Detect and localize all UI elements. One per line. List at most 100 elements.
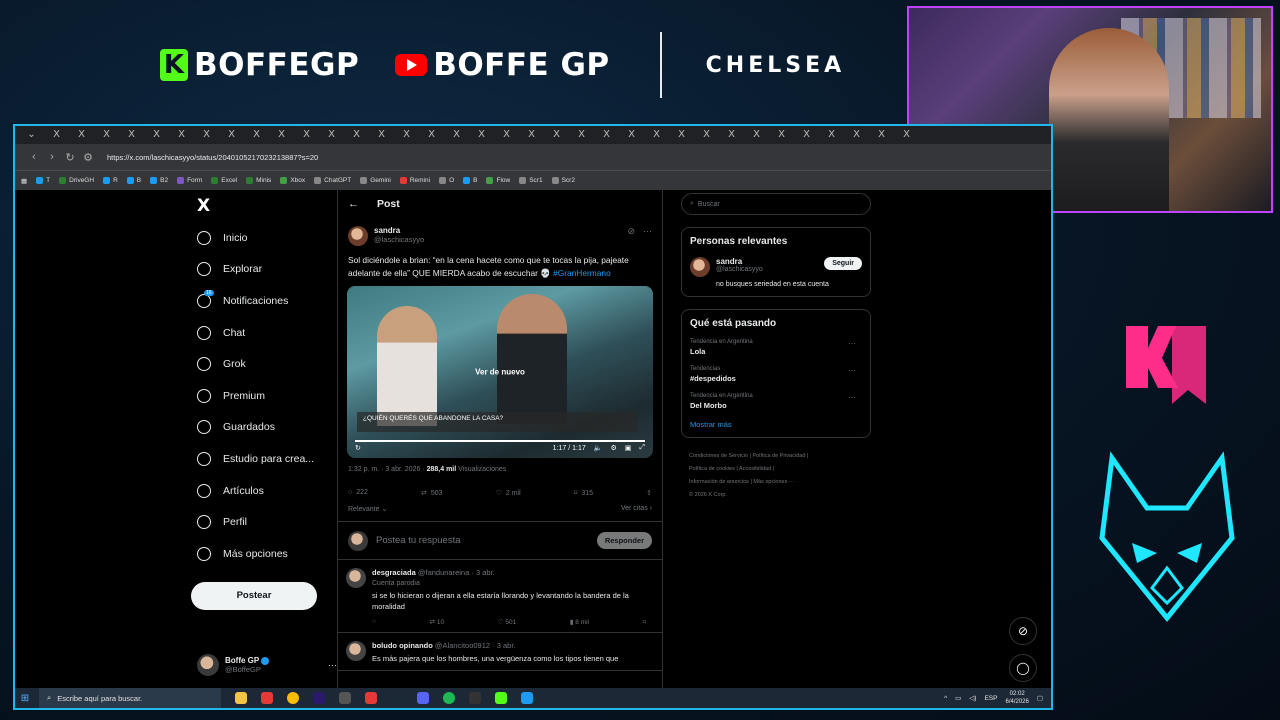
site-info-icon[interactable]: ⚙ <box>79 151 97 164</box>
discord-icon[interactable] <box>417 692 429 704</box>
reply-reply-icon[interactable]: ○ <box>372 618 376 626</box>
nav-item-9[interactable]: Perfil <box>191 506 331 538</box>
trend-more-icon[interactable]: ··· <box>848 366 856 375</box>
nav-item-10[interactable]: Más opciones <box>191 538 331 570</box>
reply-like[interactable]: ♡ 501 <box>498 618 517 626</box>
tab-x[interactable]: X <box>294 128 319 142</box>
tab-x[interactable]: X <box>569 128 594 142</box>
repost-action[interactable]: ⇄ 503 <box>421 489 443 497</box>
notifications-icon[interactable]: ▢ <box>1037 694 1043 702</box>
nav-item-1[interactable]: Explorar <box>191 254 331 286</box>
trend-item[interactable]: Tendencias #despedidos ··· <box>690 366 862 383</box>
tab-x[interactable]: X <box>94 128 119 142</box>
tab-x[interactable]: X <box>219 128 244 142</box>
bookmark-item[interactable]: B <box>126 177 141 184</box>
footer-link-row[interactable]: Información de anuncios | Más opciones ·… <box>689 476 871 489</box>
bookmark-item[interactable]: R <box>103 177 118 184</box>
trend-item[interactable]: Tendencia en Argentina Del Morbo ··· <box>690 393 862 410</box>
replay-icon[interactable]: ↻ <box>355 444 361 452</box>
tab-x[interactable]: X <box>319 128 344 142</box>
trend-item[interactable]: Tendencia en Argentina Lola ··· <box>690 339 862 356</box>
reply-views[interactable]: ▮ 8 mil <box>570 618 589 626</box>
reply-button[interactable]: Responder <box>596 532 652 549</box>
bookmark-item[interactable]: O <box>439 177 454 184</box>
nav-item-0[interactable]: Inicio <box>191 222 331 254</box>
tab-x[interactable]: X <box>269 128 294 142</box>
tab-x[interactable]: X <box>69 128 94 142</box>
volume-icon[interactable]: 🔈 <box>594 444 603 452</box>
tab-x[interactable]: X <box>544 128 569 142</box>
grok-icon[interactable]: ⊘ <box>627 226 635 237</box>
reply-avatar[interactable] <box>346 568 366 588</box>
bookmark-item[interactable]: ChatGPT <box>314 177 351 184</box>
tab-x[interactable]: X <box>244 128 269 142</box>
tab-x[interactable]: X <box>844 128 869 142</box>
quotes-link[interactable]: Ver citas › <box>621 505 652 513</box>
tab-x[interactable]: X <box>469 128 494 142</box>
account-switcher[interactable]: Boffe GP @BoffeGP ··· <box>197 654 337 676</box>
reply-repost[interactable]: ⇄ 10 <box>430 618 445 626</box>
x-logo-icon[interactable]: X <box>197 196 331 222</box>
bookmark-item[interactable]: Excel <box>211 177 237 184</box>
file-explorer-icon[interactable] <box>235 692 247 704</box>
reply-post[interactable]: desgraciada @fandunareina · 3 abr. Cuenta… <box>338 560 662 633</box>
tab-x[interactable]: X <box>644 128 669 142</box>
pip-icon[interactable]: ▣ <box>625 444 632 452</box>
bookmark-item[interactable]: Scr2 <box>551 177 575 184</box>
tray-chevron-icon[interactable]: ^ <box>944 695 947 702</box>
author-handle[interactable]: @laschicasyyo <box>374 235 424 244</box>
app-icon[interactable] <box>339 692 351 704</box>
tab-x[interactable]: X <box>194 128 219 142</box>
back-icon[interactable]: ‹ <box>25 151 43 163</box>
footer-link-row[interactable]: Política de cookies | Accesibilidad | <box>689 463 871 476</box>
network-icon[interactable]: ▭ <box>955 694 961 702</box>
spotify-icon[interactable] <box>443 692 455 704</box>
post-video[interactable]: ¿QUIÉN QUERÉS QUE ABANDONE LA CASA? Ver … <box>347 286 653 458</box>
tab-x[interactable]: X <box>494 128 519 142</box>
nav-item-8[interactable]: Artículos <box>191 475 331 507</box>
tab-x[interactable]: X <box>519 128 544 142</box>
follow-button[interactable]: Seguir <box>824 257 862 270</box>
show-more-link[interactable]: Mostrar más <box>690 420 862 429</box>
kick-app-icon[interactable] <box>495 692 507 704</box>
reply-avatar[interactable] <box>346 641 366 661</box>
bookmark-item[interactable]: T <box>36 177 50 184</box>
tab-x[interactable]: X <box>119 128 144 142</box>
reply-post[interactable]: boludo opinando @Alancitoo0912 · 3 abr. E… <box>338 633 662 671</box>
tab-x[interactable]: X <box>819 128 844 142</box>
reply-author-name[interactable]: boludo opinando <box>372 641 433 650</box>
tab-x[interactable]: X <box>719 128 744 142</box>
tab-x[interactable]: X <box>894 128 919 142</box>
bookmark-item[interactable]: DriveGH <box>59 177 94 184</box>
tab-x[interactable]: X <box>769 128 794 142</box>
trend-more-icon[interactable]: ··· <box>848 339 856 348</box>
tab-x[interactable]: X <box>794 128 819 142</box>
sort-dropdown[interactable]: Relevante ⌄ <box>348 505 387 513</box>
footer-link-row[interactable]: © 2026 X Corp. <box>689 489 871 502</box>
tab-x[interactable]: X <box>869 128 894 142</box>
author-name[interactable]: sandra <box>374 226 424 235</box>
tab-x[interactable]: X <box>344 128 369 142</box>
tab-x[interactable]: X <box>694 128 719 142</box>
tab-x[interactable]: X <box>419 128 444 142</box>
language-indicator[interactable]: ESP <box>984 695 997 702</box>
reply-author-name[interactable]: desgraciada <box>372 568 416 577</box>
forward-icon[interactable]: › <box>43 151 61 163</box>
post-more-icon[interactable]: ··· <box>643 226 652 236</box>
tab-x[interactable]: X <box>444 128 469 142</box>
windows-start-icon[interactable]: ⊞ <box>15 693 35 704</box>
messages-float-button[interactable]: ◯ <box>1009 654 1037 682</box>
nav-item-6[interactable]: Guardados <box>191 412 331 444</box>
nav-item-3[interactable]: Chat <box>191 317 331 349</box>
tab-list-icon[interactable]: ⌄ <box>19 128 44 142</box>
tab-x[interactable]: X <box>369 128 394 142</box>
bookmark-item[interactable]: Gemini <box>360 177 391 184</box>
bookmark-item[interactable]: Flow <box>486 177 510 184</box>
tab-x[interactable]: X <box>669 128 694 142</box>
share-icon[interactable]: ⇪ <box>646 489 652 497</box>
bookmark-item[interactable]: Xbox <box>280 177 305 184</box>
bookmark-item[interactable]: Form <box>177 177 202 184</box>
clock[interactable]: 02:02 6/4/2026 <box>1005 690 1028 706</box>
author-avatar[interactable] <box>348 226 368 246</box>
tab-x[interactable]: X <box>594 128 619 142</box>
